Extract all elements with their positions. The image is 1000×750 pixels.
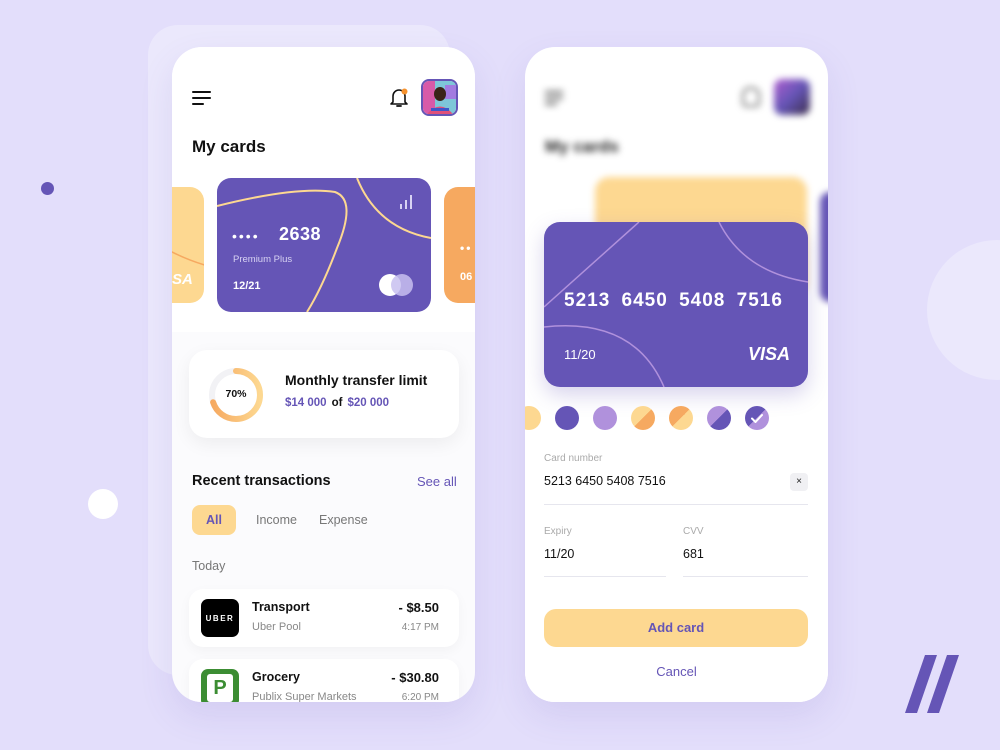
card-expiry-display: 11/20 [564, 347, 596, 362]
transaction-time: 6:20 PM [401, 692, 439, 702]
color-swatch-lavender[interactable] [593, 406, 617, 430]
transaction-amount: - $30.80 [391, 670, 439, 685]
transaction-merchant: Publix Super Markets [252, 691, 357, 702]
date-group-label: Today [192, 559, 226, 573]
transaction-time: 4:17 PM [401, 622, 439, 633]
uber-logo-icon: UBER [201, 599, 239, 637]
see-all-link[interactable]: See all [417, 474, 457, 489]
transaction-merchant: Uber Pool [252, 621, 301, 633]
card-orange[interactable]: •• 06 [444, 187, 475, 303]
checkmark-icon [751, 414, 763, 423]
card-expiry: 06 [460, 271, 473, 283]
card-premium-plus[interactable]: •••• 2638 Premium Plus 12/21 [217, 178, 431, 312]
color-swatch-lavender-purple[interactable] [707, 406, 731, 430]
color-swatch-yellow-orange[interactable] [631, 406, 655, 430]
mastercard-icon-overlap [391, 274, 413, 296]
decorative-dot [41, 182, 54, 195]
card-expiry: 12/21 [233, 280, 261, 292]
notification-dot [401, 88, 408, 95]
visa-logo: VISA [747, 344, 790, 364]
card-tier: Premium Plus [233, 254, 293, 265]
add-card-screen: My cards 5213 6450 5408 7516 11/20 VISA … [525, 47, 828, 702]
cvv-input[interactable]: 681 [683, 547, 704, 561]
signal-bars-icon [400, 195, 412, 209]
recent-transactions-title: Recent transactions [192, 473, 331, 489]
card-number-input[interactable]: 5213 6450 5408 7516 [544, 474, 666, 488]
publix-logo-letter: P [207, 674, 233, 702]
publix-logo-icon: P [201, 669, 239, 702]
card-brand: SA [172, 271, 193, 288]
transaction-item[interactable]: UBER Transport Uber Pool - $8.50 4:17 PM [189, 589, 459, 647]
transfer-limit-card[interactable]: 70% Monthly transfer limit $14 000 of $20 … [189, 350, 459, 438]
filter-tab-income[interactable]: Income [256, 505, 297, 535]
decorative-dot [88, 489, 118, 519]
clear-icon[interactable]: × [790, 473, 808, 491]
card-yellow[interactable]: SA [172, 187, 204, 303]
header: My cards [172, 47, 475, 157]
expiry-input[interactable]: 11/20 [544, 547, 574, 561]
user-avatar[interactable] [421, 79, 458, 116]
color-swatch-purple[interactable] [555, 406, 579, 430]
color-swatch-purple-lavender[interactable] [745, 406, 769, 430]
card-preview: 5213 6450 5408 7516 11/20 VISA [544, 222, 808, 387]
my-cards-screen: My cards SA •••• 2638 Premium Plus 12/21 [172, 47, 475, 702]
page-title: My cards [192, 137, 266, 156]
limit-title: Monthly transfer limit [285, 372, 428, 388]
limit-used: $14 000 [285, 397, 327, 409]
page-title: My cards [545, 137, 619, 156]
expiry-label: Expiry [544, 526, 572, 537]
double-slash-logo-icon [905, 655, 959, 713]
cards-carousel[interactable]: SA •••• 2638 Premium Plus 12/21 •• 06 [172, 157, 475, 332]
background-card [820, 192, 828, 302]
limit-of: of [331, 397, 343, 409]
transaction-item[interactable]: P Grocery Publix Super Markets - $30.80 … [189, 659, 459, 702]
transaction-title: Transport [252, 600, 310, 614]
card-number-display: 5213 6450 5408 7516 [564, 290, 783, 311]
transaction-amount: - $8.50 [398, 600, 439, 615]
decorative-circle [927, 240, 1000, 380]
cvv-label: CVV [683, 526, 704, 537]
cancel-button[interactable]: Cancel [525, 664, 828, 679]
limit-total: $20 000 [347, 397, 390, 409]
masked-digits: •••• [232, 228, 260, 244]
masked-digits: •• [460, 241, 473, 255]
hamburger-menu-icon[interactable] [192, 91, 212, 105]
bell-icon[interactable] [389, 87, 409, 109]
user-avatar [774, 79, 810, 115]
add-card-button[interactable]: Add card [544, 609, 808, 647]
filter-tab-all[interactable]: All [192, 505, 236, 535]
field-divider [544, 576, 666, 577]
filter-tab-expense[interactable]: Expense [319, 505, 368, 535]
field-divider [683, 576, 808, 577]
bell-icon [742, 87, 760, 107]
field-divider [544, 504, 808, 505]
limit-percent: 70% [225, 388, 247, 400]
limit-amounts: $14 000 of $20 000 [285, 397, 389, 409]
card-last4: 2638 [279, 224, 322, 244]
transaction-title: Grocery [252, 670, 300, 684]
color-swatch-orange-yellow[interactable] [669, 406, 693, 430]
card-number-label: Card number [544, 453, 603, 464]
hamburger-menu-icon [545, 91, 563, 105]
avatar-photo-icon [423, 81, 456, 114]
